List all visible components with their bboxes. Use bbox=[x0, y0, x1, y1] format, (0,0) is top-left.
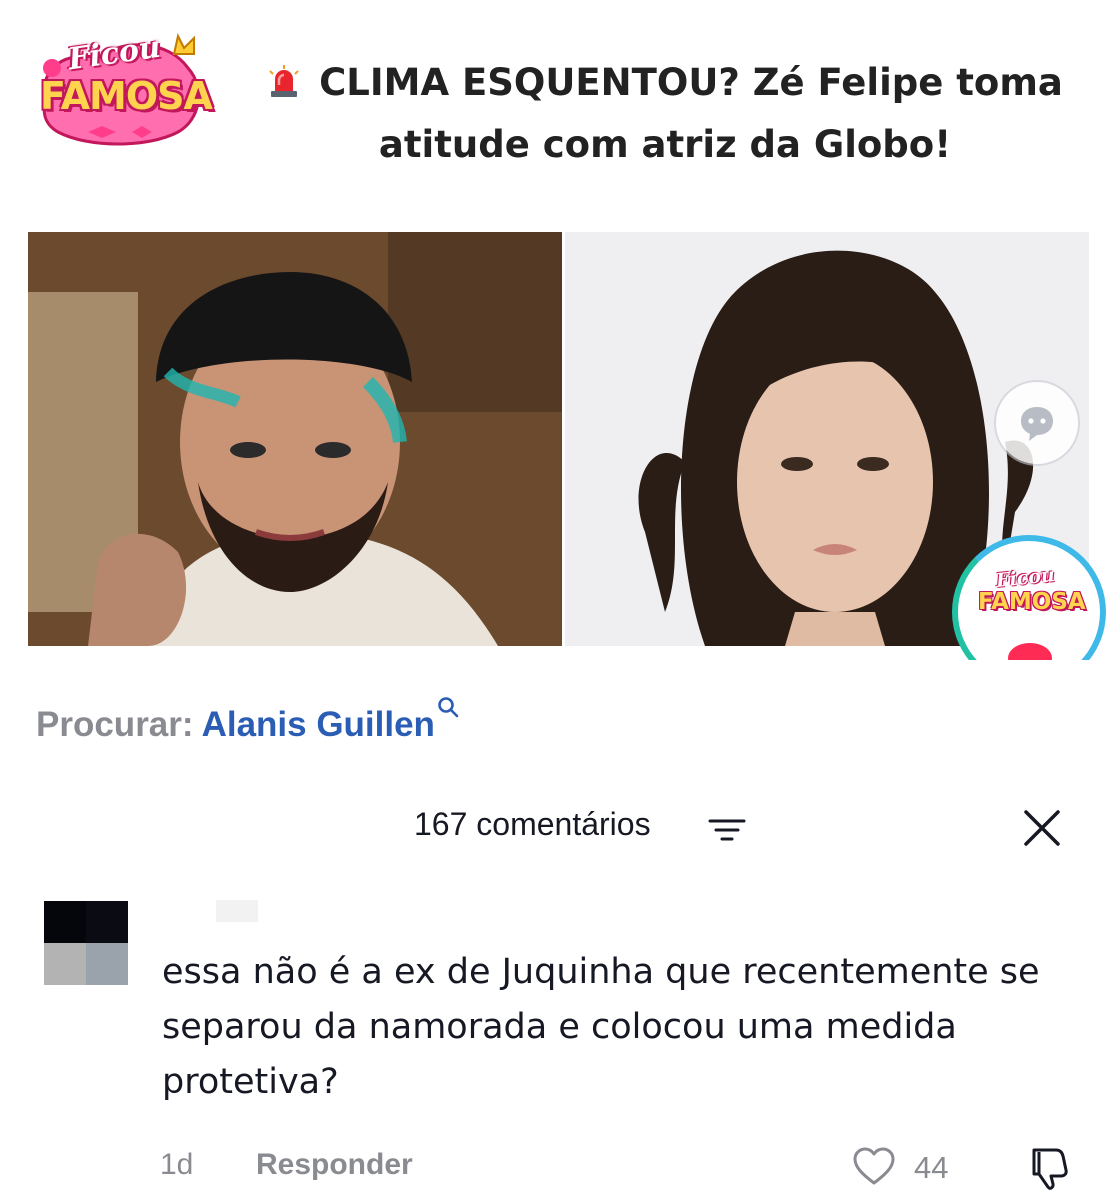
search-term-link[interactable]: Alanis Guillen bbox=[202, 705, 435, 744]
photo-ze-felipe bbox=[28, 232, 562, 646]
comments-header: 167 comentários bbox=[0, 800, 1116, 856]
post-headline: CLIMA ESQUENTOU? Zé Felipe toma atitude … bbox=[250, 52, 1080, 176]
dislike-icon[interactable] bbox=[1024, 1144, 1070, 1190]
siren-icon bbox=[269, 65, 299, 97]
chat-bubble-button[interactable] bbox=[996, 382, 1078, 464]
comment-count: 167 comentários bbox=[414, 806, 651, 842]
reply-button[interactable]: Responder bbox=[256, 1148, 413, 1182]
headline-line-2: atitude com atriz da Globo! bbox=[378, 123, 952, 166]
comment-age: 1d bbox=[160, 1148, 194, 1181]
chat-bubble-icon bbox=[1021, 407, 1053, 441]
logo-text-bottom: FAMOSA bbox=[40, 74, 213, 118]
avatar-block-4 bbox=[86, 943, 128, 985]
video-post[interactable]: Ficou FAMOSA CLIMA ESQUENTOU? Zé Felipe … bbox=[0, 0, 1116, 660]
creator-avatar-badge[interactable]: Ficou FAMOSA bbox=[950, 533, 1114, 660]
comment-meta: 1d Responder bbox=[160, 1148, 413, 1182]
comment-text: essa não é a ex de Juquinha que recentem… bbox=[162, 952, 1040, 1102]
headline-line-1: CLIMA ESQUENTOU? Zé Felipe toma bbox=[250, 52, 1080, 114]
search-prefix: Procurar: bbox=[36, 705, 194, 744]
search-icon bbox=[438, 697, 459, 718]
ficou-famosa-logo: Ficou FAMOSA bbox=[28, 28, 213, 150]
search-suggestion[interactable]: Procurar: Alanis Guillen bbox=[36, 696, 459, 747]
badge-logo-bottom: FAMOSA bbox=[978, 589, 1086, 615]
commenter-username-redacted[interactable] bbox=[216, 900, 258, 922]
headline-text-1: CLIMA ESQUENTOU? Zé Felipe toma bbox=[319, 61, 1063, 104]
sort-filter-icon[interactable] bbox=[708, 817, 746, 843]
commenter-avatar[interactable] bbox=[44, 901, 128, 985]
close-icon[interactable] bbox=[1022, 808, 1062, 848]
avatar-block-1 bbox=[44, 901, 86, 943]
avatar-block-3 bbox=[44, 943, 86, 985]
like-count: 44 bbox=[914, 1150, 949, 1185]
heart-icon[interactable] bbox=[852, 1146, 896, 1186]
avatar-block-2 bbox=[86, 901, 128, 943]
